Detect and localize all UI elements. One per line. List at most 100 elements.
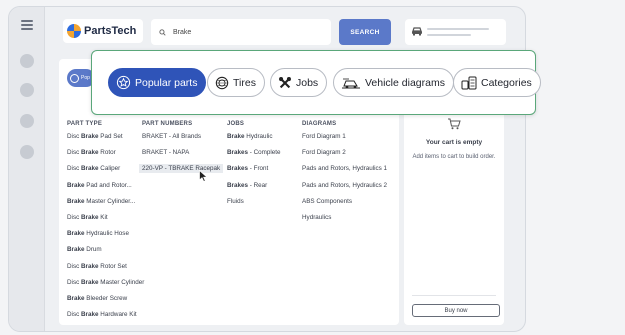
logo-mark-icon [67,24,81,38]
list-item-text: Master Cylinder... [84,197,136,205]
part-numbers-column: PART NUMBERS BRAKET - All Brands BRAKET -… [139,121,224,181]
list-item-text: BRAKET - NAPA [142,149,190,157]
list-item-text: - Complete [248,149,281,157]
list-item-text: Fluids [227,197,244,205]
list-item-text: Caliper [98,165,121,173]
chip-label: Vehicle diagrams [365,76,445,89]
list-item-text: Disc [67,262,81,270]
chip-label: Jobs [296,76,319,89]
list-item-text: Brake [81,165,99,173]
list-item[interactable]: Disc Brake Master Cylinder [67,278,144,294]
list-item[interactable]: Brake Hydraulic [227,132,281,148]
list-item[interactable]: Disc Brake Caliper [67,164,144,180]
buy-now-button[interactable]: Buy now [412,304,500,317]
list-item-text: Rotor Set [98,262,127,270]
list-item-text: Pad Set [98,133,123,140]
chip-label: Tires [233,76,256,89]
menu-icon[interactable] [21,20,33,30]
list-item-text: Disc [67,311,81,319]
list-item-text: Brake [81,149,99,157]
mouse-cursor-icon [199,170,208,182]
list-item[interactable]: Brake Hydraulic Hose [67,229,144,245]
car-icon [412,27,422,36]
search-button[interactable]: SEARCH [339,19,391,45]
list-item-text: Brake [227,133,245,140]
list-item[interactable]: 220-VP - TBRAKE Racepak [139,164,224,180]
vehicle-diagram-icon [342,78,360,88]
list-item-text: Brake [67,246,85,254]
logo[interactable]: PartsTech [63,19,143,43]
list-item[interactable]: Brakes - Rear [227,181,281,197]
list-item[interactable]: Fluids [227,197,281,213]
left-rail [9,7,45,331]
list-item[interactable]: Disc Brake Rotor [67,148,144,164]
list-item-text: - Front [248,165,269,173]
list-item-text: Brake [67,197,85,205]
list-item[interactable]: Pads and Rotors, Hydraulics 1 [302,164,387,180]
column-header: DIAGRAMS [302,121,337,127]
part-type-column: PART TYPE Disc Brake Pad Set Disc Brake R… [67,121,144,326]
search-input[interactable]: Brake [151,19,331,45]
list-item[interactable]: Brake Drum [67,245,144,261]
quick-filter-bar: Popular parts Tires Jobs Vehicle diagram… [91,50,541,115]
list-item[interactable]: BRAKET - All Brands [142,132,223,148]
logo-text: PartsTech [84,25,137,37]
rail-nav-item[interactable] [20,54,34,68]
list-item-text: Disc [67,165,81,173]
chip-tires[interactable]: Tires [207,68,265,97]
chip-categories[interactable]: Categories [453,68,541,97]
list-item[interactable]: Disc Brake Pad Set [67,132,144,148]
column-header: PART TYPE [67,121,103,127]
list-item[interactable]: Disc Brake Hardware Kit [67,310,144,326]
jobs-column: JOBS Brake Hydraulic Brakes - Complete Bra… [227,121,281,213]
list-item[interactable]: Hydraulics [302,213,387,229]
list-item-text: Disc [67,133,81,140]
list-item[interactable]: Disc Brake Kit [67,213,144,229]
chip-label: Popular parts [135,76,198,89]
list-item-text: Brake [81,133,99,140]
list-item-text: Brake [81,278,99,286]
cart-empty-title: Your cart is empty [425,139,483,146]
list-item-text: Brake [81,262,99,270]
rail-nav-item[interactable] [20,83,34,97]
chip-jobs[interactable]: Jobs [270,68,328,97]
list-item-text: Brake [81,213,99,221]
cart-empty-subtitle: Add items to cart to build order. [412,154,496,160]
list-item-text: Hardware Kit [98,311,137,319]
mini-chip-label: Pop [81,75,90,81]
list-item[interactable]: Brake Master Cylinder... [67,197,144,213]
list-item-text: Kit [98,213,108,221]
list-item[interactable]: Disc Brake Rotor Set [67,262,144,278]
column-header: PART NUMBERS [142,121,193,127]
search-icon [159,28,166,36]
popular-parts-icon [116,75,131,90]
list-item[interactable]: Ford Diagram 2 [302,148,387,164]
list-item[interactable]: BRAKET - NAPA [142,148,223,164]
rail-nav-item[interactable] [20,145,34,159]
list-item[interactable]: Brakes - Complete [227,148,281,164]
list-item[interactable]: Brake Bleeder Screw [67,294,144,310]
list-item[interactable]: Brakes - Front [227,164,281,180]
rail-nav-item[interactable] [20,114,34,128]
vehicle-placeholder-line [427,28,489,30]
list-item-text: Hydraulic [244,133,273,140]
list-item-text: Disc [67,213,81,221]
list-item-text: Brakes [227,149,249,157]
list-item-text: Pad and Rotor... [84,181,132,189]
vehicle-selector[interactable] [405,19,506,45]
chip-popular-parts[interactable]: Popular parts [108,68,207,97]
list-item-text: 220-VP - TBRAKE Racepak [139,164,224,174]
list-item-text: Rotor [98,149,116,157]
vehicle-placeholder-line [427,34,471,36]
tools-icon [279,76,291,88]
list-item[interactable]: ABS Components [302,197,387,213]
divider [412,295,496,296]
list-item[interactable]: Ford Diagram 1 [302,132,387,148]
chip-vehicle-diagrams[interactable]: Vehicle diagrams [333,68,454,97]
list-item[interactable]: Pads and Rotors, Hydraulics 2 [302,181,387,197]
list-item-text: Brake [67,294,85,302]
list-item-text: Brakes [227,165,249,173]
list-item-text: Bleeder Screw [84,294,128,302]
list-item-text: Hydraulic Hose [84,230,129,238]
list-item[interactable]: Brake Pad and Rotor... [67,181,144,197]
